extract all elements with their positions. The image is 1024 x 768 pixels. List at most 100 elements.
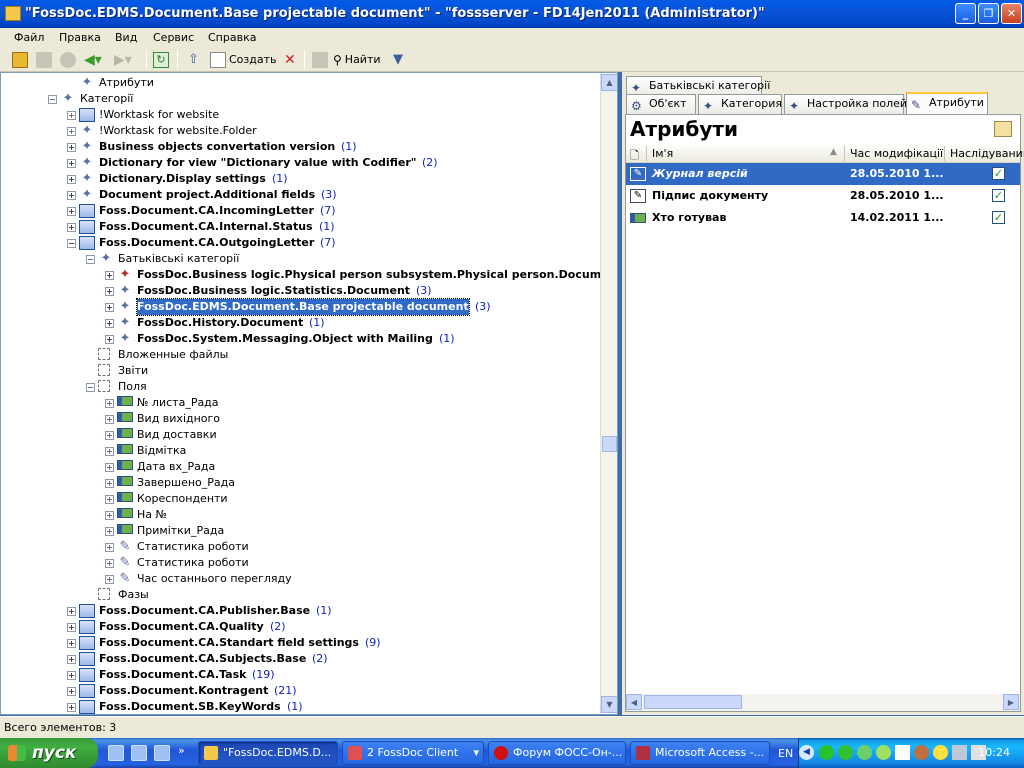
expand-icon[interactable]: + (105, 559, 114, 568)
expand-icon[interactable]: + (105, 511, 114, 520)
expand-icon[interactable]: + (105, 271, 114, 280)
taskbar-item-fossdoc[interactable]: "FossDoc.EDMS.D... (198, 741, 338, 765)
expand-icon[interactable]: + (105, 543, 114, 552)
maximize-button[interactable]: ❐ (978, 3, 999, 24)
expand-icon[interactable]: + (105, 447, 114, 456)
tree-item[interactable]: + Foss.Document.CA.IncomingLetter (7) (1, 203, 601, 219)
expand-icon[interactable]: + (105, 415, 114, 424)
expand-icon[interactable]: + (105, 495, 114, 504)
expand-icon[interactable]: + (105, 319, 114, 328)
grid-horizontal-scrollbar[interactable]: ◀ ▶ (626, 694, 1020, 711)
tray-shield-icon[interactable] (876, 745, 891, 760)
scroll-up-arrow[interactable]: ▲ (601, 74, 617, 91)
start-button[interactable]: пуск (0, 738, 98, 768)
tab-parent-categories[interactable]: ✦ Батьківські категорії (626, 76, 770, 96)
tree-item[interactable]: + Foss.Document.SB.KeyWords (1) (1, 699, 601, 714)
category-tree[interactable]: ✦ Атрибути − ✦ Категорії + !Worktask for websi… (0, 72, 618, 715)
forward-arrow-icon[interactable]: ▶▾ (114, 50, 132, 69)
tray-icq-icon[interactable] (838, 745, 853, 760)
expand-icon[interactable]: + (67, 175, 76, 184)
tree-item[interactable]: + Дата вх_Рада (1, 459, 601, 475)
tree-item[interactable]: + Foss.Document.CA.Quality (2) (1, 619, 601, 635)
tree-item[interactable]: + Foss.Document.Kontragent (21) (1, 683, 601, 699)
expand-icon[interactable]: + (67, 687, 76, 696)
tree-item[interactable]: + ✦ Business objects convertation version (… (1, 139, 601, 155)
delete-disabled-icon[interactable] (36, 50, 52, 69)
tree-item[interactable]: Вложенные файлы (1, 347, 601, 363)
minimize-button[interactable]: _ (955, 3, 976, 24)
expand-icon[interactable]: + (105, 399, 114, 408)
column-name[interactable]: Ім'я (652, 147, 673, 160)
expand-icon[interactable]: + (67, 111, 76, 120)
expand-icon[interactable]: + (67, 143, 76, 152)
tree-item[interactable]: + !Worktask for website (1, 107, 601, 123)
tree-item[interactable]: − Foss.Document.CA.OutgoingLetter (7) (1, 235, 601, 251)
expand-icon[interactable]: + (67, 127, 76, 136)
back-arrow-icon[interactable]: ◀▾ (84, 50, 102, 69)
find-button[interactable]: ⚲ Найти (333, 50, 381, 69)
collapse-icon[interactable]: − (67, 239, 76, 248)
tree-item[interactable]: + Кореспонденти (1, 491, 601, 507)
tree-item[interactable]: + ✎ Час останнього перегляду (1, 571, 601, 587)
up-level-icon[interactable]: ⇧ (188, 50, 199, 69)
expand-icon[interactable]: + (105, 287, 114, 296)
expand-icon[interactable]: + (67, 159, 76, 168)
inherited-checkbox[interactable]: ✓ (992, 211, 1005, 224)
tree-item[interactable]: Фазы (1, 587, 601, 603)
expand-icon[interactable]: + (67, 607, 76, 616)
taskbar-item-access[interactable]: Microsoft Access -... (630, 741, 770, 765)
expand-icon[interactable]: + (67, 655, 76, 664)
attribute-row[interactable]: ✎ Журнал версій 28.05.2010 1... ✓ (626, 163, 1020, 185)
tree-item[interactable]: + Foss.Document.CA.Subjects.Base (2) (1, 651, 601, 667)
tree-item[interactable]: − ✦ Категорії (1, 91, 601, 107)
tree-item[interactable]: + Foss.Document.CA.Internal.Status (1) (1, 219, 601, 235)
expand-icon[interactable]: + (105, 431, 114, 440)
desktop-icon[interactable] (154, 745, 170, 761)
tab-attributes[interactable]: ✎ Атрибути (906, 92, 988, 114)
expand-icon[interactable]: + (105, 575, 114, 584)
tray-green-icon[interactable] (819, 745, 834, 760)
expand-icon[interactable]: + (105, 527, 114, 536)
expand-icon[interactable]: + (105, 303, 114, 312)
expand-icon[interactable]: + (105, 479, 114, 488)
scroll-thumb[interactable] (602, 436, 617, 452)
tree-item[interactable]: + Foss.Document.CA.Task (19) (1, 667, 601, 683)
tree-item[interactable]: + ✦ FossDoc.History.Document (1) (1, 315, 601, 331)
tree-item[interactable]: + Вид вихідного (1, 411, 601, 427)
language-indicator[interactable]: EN (778, 747, 793, 760)
tree-item[interactable]: + Відмітка (1, 443, 601, 459)
tree-item[interactable]: + ✦ Dictionary for view "Dictionary value … (1, 155, 601, 171)
tree-item[interactable]: + № листа_Рада (1, 395, 601, 411)
taskbar-item-opera[interactable]: Форум ФОСС-Он-... (488, 741, 626, 765)
tree-item[interactable]: + ✦ Document project.Additional fields (3) (1, 187, 601, 203)
tree-item[interactable]: + Примітки_Рада (1, 523, 601, 539)
tree-item[interactable]: + ✎ Статистика роботи (1, 539, 601, 555)
expand-icon[interactable]: + (67, 207, 76, 216)
menu-file[interactable]: Файл (14, 31, 44, 44)
expand-icon[interactable]: + (105, 463, 114, 472)
tab-object[interactable]: ⚙ Об'єкт (626, 94, 696, 114)
menu-service[interactable]: Сервис (153, 31, 194, 44)
attribute-row[interactable]: Хто готував 14.02.2011 1... ✓ (626, 207, 1020, 229)
tray-cross-icon[interactable] (895, 745, 910, 760)
tree-item[interactable]: + ✦ FossDoc.System.Messaging.Object with M… (1, 331, 601, 347)
scroll-left-arrow[interactable]: ◀ (626, 694, 642, 710)
expand-icon[interactable]: + (67, 223, 76, 232)
ie-icon[interactable] (108, 745, 124, 761)
tree-item[interactable]: + ✦ FossDoc.Business logic.Physical person… (1, 267, 617, 283)
save-disabled-icon[interactable] (312, 50, 328, 69)
tree-item[interactable]: − Поля (1, 379, 601, 395)
delete-icon[interactable]: ✕ (284, 50, 296, 69)
scroll-thumb[interactable] (644, 695, 742, 709)
expand-icon[interactable]: + (67, 703, 76, 712)
tree-item[interactable]: + Завершено_Рада (1, 475, 601, 491)
open-icon[interactable] (12, 50, 28, 69)
menu-help[interactable]: Справка (208, 31, 256, 44)
view-options-icon[interactable] (994, 121, 1012, 137)
tab-category[interactable]: ✦ Категория (698, 94, 782, 114)
attribute-row[interactable]: ✎ Підпис документу 28.05.2010 1... ✓ (626, 185, 1020, 207)
tree-item[interactable]: + ✦ !Worktask for website.Folder (1, 123, 601, 139)
tree-item[interactable]: + ✦ FossDoc.Business logic.Statistics.Docu… (1, 283, 601, 299)
create-button[interactable]: Создать (210, 50, 277, 69)
scroll-right-arrow[interactable]: ▶ (1003, 694, 1019, 710)
